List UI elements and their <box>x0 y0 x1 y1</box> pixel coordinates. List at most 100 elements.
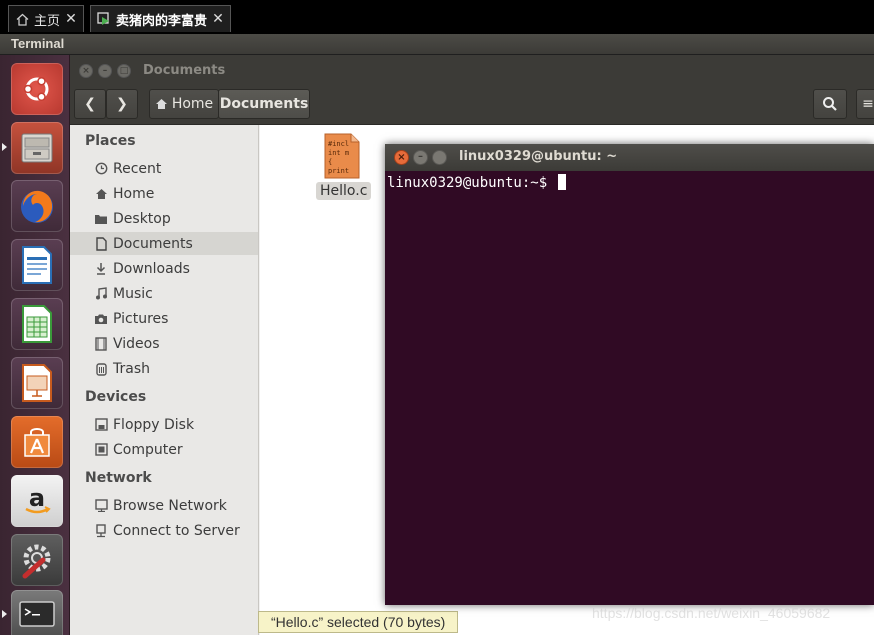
film-icon <box>94 336 108 351</box>
close-icon[interactable]: ✕ <box>65 11 77 27</box>
sidebar-item-computer[interactable]: Computer <box>70 438 258 461</box>
sidebar-item-pictures[interactable]: Pictures <box>70 307 258 330</box>
sidebar-item-documents[interactable]: Documents <box>70 232 258 255</box>
download-icon <box>94 262 108 276</box>
hamburger-icon: ≡ <box>862 96 874 112</box>
vm-tab-bar: 主页 ✕ 卖猪肉的李富贵 ✕ <box>0 0 874 34</box>
running-indicator <box>2 610 7 618</box>
running-indicator <box>2 143 7 151</box>
forward-button[interactable]: ❯ <box>106 89 138 119</box>
window-title: Documents <box>143 63 226 78</box>
sidebar-item-label: Videos <box>113 335 160 352</box>
clock-icon <box>94 162 108 176</box>
sidebar-item-trash[interactable]: Trash <box>70 357 258 380</box>
sidebar-item-desktop[interactable]: Desktop <box>70 207 258 230</box>
back-button[interactable]: ❮ <box>74 89 106 119</box>
close-window-button[interactable]: × <box>394 150 409 165</box>
path-current-button[interactable]: Documents <box>218 89 310 119</box>
terminal-output[interactable]: linux0329@ubuntu:~$ <box>385 171 874 605</box>
terminal-window: × – linux0329@ubuntu: ~ linux0329@ubuntu… <box>385 144 874 605</box>
sidebar-item-connect-server[interactable]: Connect to Server <box>70 519 258 542</box>
terminal-icon[interactable] <box>11 590 63 635</box>
sidebar-item-label: Music <box>113 285 153 302</box>
watermark: https://blog.csdn.net/weixin_46059682 <box>592 605 831 621</box>
trash-icon <box>94 362 108 376</box>
vm-tab-machine[interactable]: 卖猪肉的李富贵 ✕ <box>90 5 231 32</box>
files-icon[interactable] <box>11 122 63 174</box>
sidebar-item-label: Floppy Disk <box>113 416 195 433</box>
computer-icon <box>94 443 108 457</box>
impress-icon[interactable] <box>11 357 63 409</box>
menu-button[interactable]: ≡ <box>856 89 874 119</box>
toolbar: ❮ ❯ Home Documents ≡ <box>70 85 874 125</box>
top-panel: Terminal <box>0 34 874 55</box>
vm-tab-home[interactable]: 主页 ✕ <box>8 5 84 32</box>
document-icon <box>94 236 108 251</box>
sidebar-item-label: Computer <box>113 441 183 458</box>
file-preview-line: print <box>328 167 349 175</box>
software-center-icon[interactable] <box>11 416 63 468</box>
file-name-label[interactable]: Hello.c <box>316 182 372 200</box>
path-current-label: Documents <box>219 96 309 112</box>
sidebar-item-recent[interactable]: Recent <box>70 157 258 180</box>
file-preview-line: int m <box>328 149 349 157</box>
writer-icon[interactable] <box>11 239 63 291</box>
sidebar-item-label: Desktop <box>113 210 171 227</box>
sidebar-item-home[interactable]: Home <box>70 182 258 205</box>
sidebar-item-label: Browse Network <box>113 497 227 514</box>
sidebar-item-downloads[interactable]: Downloads <box>70 257 258 280</box>
sidebar-item-label: Home <box>113 185 155 202</box>
settings-icon[interactable] <box>11 534 63 586</box>
close-window-button[interactable]: × <box>79 64 93 78</box>
launcher: a <box>0 55 70 635</box>
terminal-titlebar: × – linux0329@ubuntu: ~ <box>385 144 874 171</box>
chevron-left-icon: ❮ <box>84 96 96 112</box>
network-heading: Network <box>85 470 152 486</box>
terminal-title: linux0329@ubuntu: ~ <box>459 149 618 164</box>
svg-text:a: a <box>29 484 45 512</box>
minimize-window-button[interactable]: – <box>413 150 428 165</box>
sidebar-item-browse-network[interactable]: Browse Network <box>70 494 258 517</box>
search-button[interactable] <box>813 89 847 119</box>
maximize-window-button[interactable] <box>432 150 447 165</box>
sidebar-item-label: Pictures <box>113 310 169 327</box>
sidebar-item-label: Connect to Server <box>113 522 240 539</box>
sidebar-item-floppy[interactable]: Floppy Disk <box>70 413 258 436</box>
sidebar: Places Recent Home Desktop Documents Dow… <box>70 125 259 635</box>
maximize-window-button[interactable]: □ <box>117 64 131 78</box>
path-home-button[interactable]: Home <box>149 89 219 119</box>
selection-status-bar: “Hello.c” selected (70 bytes) <box>258 611 459 633</box>
sidebar-item-videos[interactable]: Videos <box>70 332 258 355</box>
shell-prompt: linux0329@ubuntu:~$ <box>387 175 556 191</box>
sidebar-item-label: Documents <box>113 235 193 252</box>
sidebar-item-music[interactable]: Music <box>70 282 258 305</box>
music-icon <box>94 287 108 301</box>
text-cursor <box>557 174 566 190</box>
network-icon <box>94 499 108 513</box>
active-app-title: Terminal <box>11 36 65 51</box>
file-preview-line: #incl <box>328 140 349 148</box>
server-icon <box>94 523 108 538</box>
ubuntu-logo-icon[interactable] <box>11 63 63 115</box>
path-home-label: Home <box>171 96 214 112</box>
minimize-window-button[interactable]: – <box>98 64 112 78</box>
floppy-icon <box>94 418 108 432</box>
close-icon[interactable]: ✕ <box>212 11 224 27</box>
firefox-icon[interactable] <box>11 180 63 232</box>
calc-icon[interactable] <box>11 298 63 350</box>
folder-icon <box>94 212 108 226</box>
c-source-file-icon[interactable]: #incl int m { print <box>324 133 360 179</box>
places-heading: Places <box>85 133 136 149</box>
vm-tab-label: 主页 <box>34 13 61 29</box>
file-preview-line: { <box>328 158 332 166</box>
amazon-icon[interactable]: a <box>11 475 63 527</box>
sidebar-item-label: Downloads <box>113 260 190 277</box>
home-icon <box>94 187 108 201</box>
sidebar-item-label: Trash <box>113 360 150 377</box>
home-icon <box>155 98 168 110</box>
home-icon <box>15 12 29 26</box>
chevron-right-icon: ❯ <box>116 96 128 112</box>
window-titlebar: × – □ Documents <box>70 55 874 85</box>
camera-icon <box>94 312 108 326</box>
vm-tab-label: 卖猪肉的李富贵 <box>116 13 208 29</box>
